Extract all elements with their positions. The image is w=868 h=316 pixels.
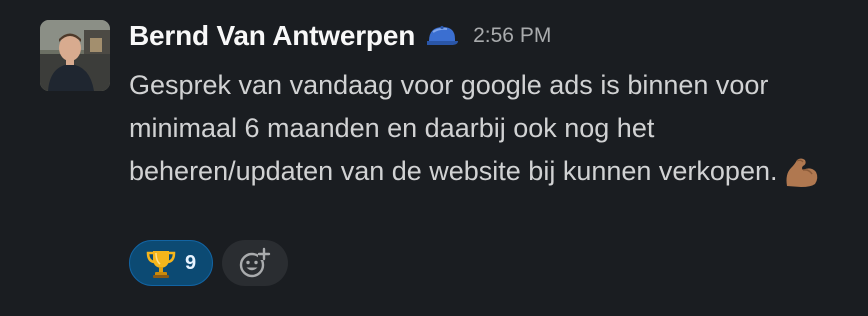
timestamp[interactable]: 2:56 PM xyxy=(473,24,551,48)
avatar-photo xyxy=(40,20,110,91)
message-content: Bernd Van Antwerpen 2:56 PM Gesprek van … xyxy=(129,14,849,193)
message-text: Gesprek van vandaag voor google ads is b… xyxy=(129,70,778,186)
add-reaction-icon xyxy=(239,247,271,278)
message-header: Bernd Van Antwerpen 2:56 PM xyxy=(129,14,849,58)
reactions-bar: 9 xyxy=(129,240,289,286)
add-reaction-button[interactable] xyxy=(222,240,289,286)
blue-cap-icon[interactable] xyxy=(425,23,459,49)
trophy-icon xyxy=(145,247,177,279)
reaction-trophy[interactable]: 9 xyxy=(129,240,214,286)
message-body: Gesprek van vandaag voor google ads is b… xyxy=(129,64,829,193)
author-name[interactable]: Bernd Van Antwerpen xyxy=(129,20,415,52)
reaction-count: 9 xyxy=(185,251,197,274)
avatar[interactable] xyxy=(40,20,110,91)
flexed-biceps-icon xyxy=(781,156,821,188)
message: Bernd Van Antwerpen 2:56 PM Gesprek van … xyxy=(0,0,868,316)
